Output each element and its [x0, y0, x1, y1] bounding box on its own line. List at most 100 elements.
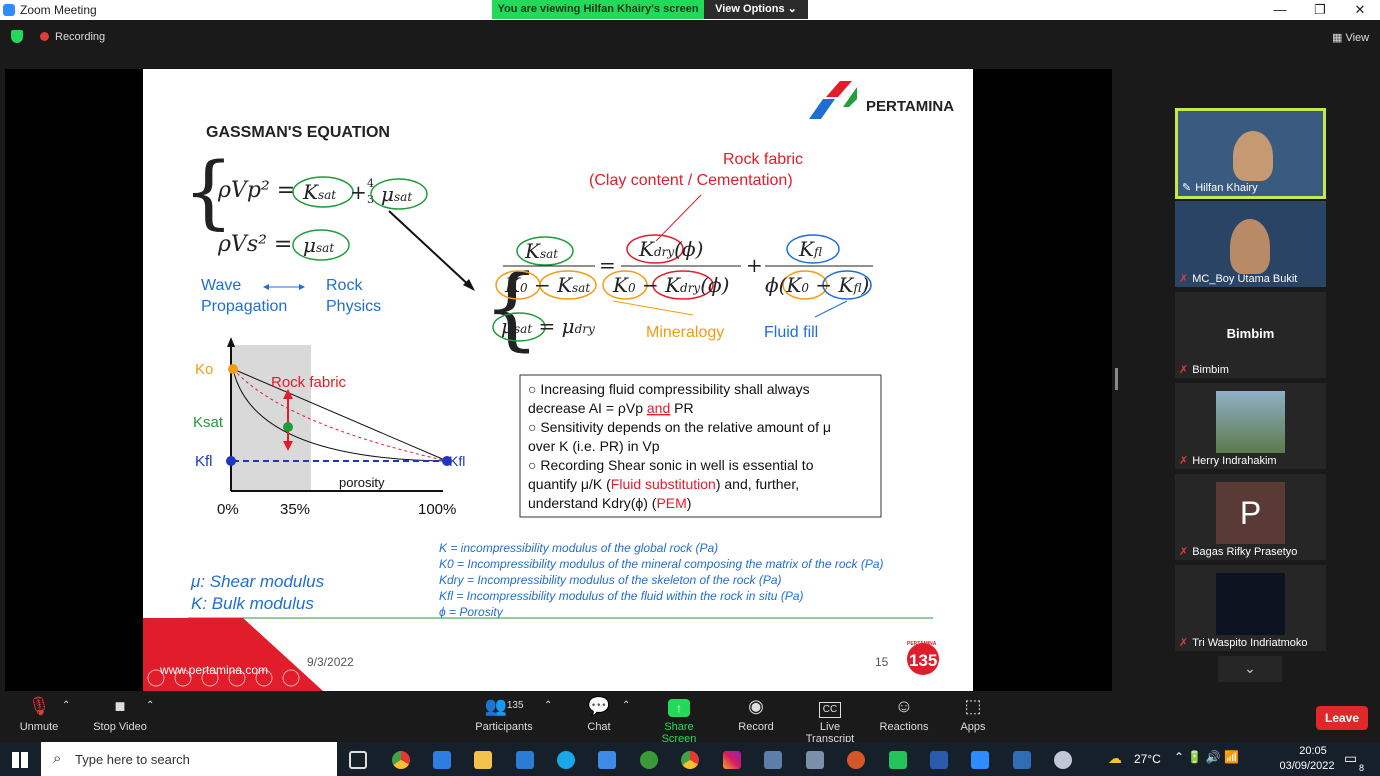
participant-tile-herry[interactable]: ✗ Herry Indrahakim: [1175, 383, 1326, 469]
physics-label: Physics: [326, 298, 381, 315]
chat-button[interactable]: 💬 Chat: [580, 695, 618, 733]
panel-resize-handle[interactable]: [1115, 368, 1118, 390]
muted-mic-icon: ✗: [1179, 364, 1189, 376]
powerpoint-icon[interactable]: [847, 751, 865, 769]
graph-ksat-label: Ksat: [193, 414, 224, 431]
mail-icon[interactable]: [516, 751, 534, 769]
live-transcript-button[interactable]: CC Live Transcript: [795, 695, 865, 745]
taskbar-search[interactable]: ⌕ Type here to search: [41, 742, 337, 776]
view-options-button[interactable]: View Options ⌄: [704, 0, 808, 19]
apps-button[interactable]: ⬚ Apps: [955, 695, 991, 733]
tick-0: 0%: [217, 501, 239, 518]
app-icon[interactable]: [1054, 751, 1072, 769]
participant-tile-tri[interactable]: ✗ Tri Waspito Indriatmoko: [1175, 565, 1326, 651]
svg-text:K0 − Kdry(ϕ): K0 − Kdry(ϕ): [612, 273, 729, 297]
meeting-topbar: Recording ▦ View: [0, 20, 1380, 52]
svg-text:○ Increasing fluid compressibi: ○ Increasing fluid compressibility shall…: [528, 381, 810, 397]
chrome-icon[interactable]: [392, 751, 410, 769]
minimize-button[interactable]: —: [1260, 0, 1300, 20]
wave-label: Wave: [201, 277, 241, 294]
word-icon[interactable]: [930, 751, 948, 769]
eq-rho-vp: ρVp² =: [217, 178, 295, 203]
participants-chevron-icon[interactable]: ⌃: [544, 700, 552, 711]
propagation-label: Propagation: [201, 298, 287, 315]
leave-button[interactable]: Leave: [1316, 706, 1368, 730]
recording-dot-icon: [40, 32, 49, 41]
edge-icon[interactable]: [557, 751, 575, 769]
video-options-chevron-icon[interactable]: ⌃: [146, 700, 154, 711]
badge-text: 135: [909, 651, 937, 670]
fluid-fill-label: Fluid fill: [764, 324, 818, 341]
svg-text:μsat: μsat: [303, 233, 334, 257]
snipping-tool-icon[interactable]: [764, 751, 782, 769]
audio-options-chevron-icon[interactable]: ⌃: [62, 700, 70, 711]
participants-button[interactable]: 👥135 Participants: [474, 695, 534, 733]
eq-rho-vs: ρVs² =: [217, 232, 292, 257]
unmute-button[interactable]: 🎙 Unmute: [14, 695, 64, 733]
share-screen-button[interactable]: ↑ Share Screen: [646, 695, 712, 745]
svg-text:ϕ(K0 − Kfl): ϕ(K0 − Kfl): [765, 273, 869, 297]
zoom-logo-icon: [3, 4, 15, 16]
mineralogy-label: Mineralogy: [646, 324, 724, 341]
file-explorer-icon[interactable]: [474, 751, 492, 769]
reactions-button[interactable]: ☺ Reactions: [878, 695, 930, 733]
app-icon[interactable]: [640, 751, 658, 769]
svg-text:ϕ = Porosity: ϕ = Porosity: [439, 605, 504, 619]
app-icon[interactable]: [1013, 751, 1031, 769]
weather-icon[interactable]: ☁: [1108, 750, 1122, 767]
pin-icon: ✎: [1182, 182, 1192, 194]
view-button[interactable]: ▦ View: [1332, 31, 1369, 44]
rock-label: Rock: [326, 277, 363, 294]
svg-text:○ Recording Shear sonic in wel: ○ Recording Shear sonic in well is essen…: [528, 457, 814, 473]
phone-app-icon[interactable]: [889, 751, 907, 769]
notification-icon[interactable]: ▭: [1344, 750, 1357, 767]
svg-text:K = incompressibility modulus: K = incompressibility modulus of the glo…: [439, 541, 718, 555]
rock-fabric-label: Rock fabric: [723, 151, 803, 168]
svg-text:Kdry(ϕ): Kdry(ϕ): [638, 237, 703, 261]
instagram-icon[interactable]: [723, 751, 741, 769]
tick-35: 35%: [280, 501, 310, 518]
svg-text:decrease AI = ρVp and PR: decrease AI = ρVp and PR: [528, 400, 694, 416]
mu-shear-label: μ: Shear modulus: [190, 572, 325, 591]
svg-text:Kdry = Incompressibility modul: Kdry = Incompressibility modulus of the …: [439, 573, 782, 587]
pertamina-logo: PERTAMINA: [809, 81, 954, 119]
task-view-icon[interactable]: [349, 751, 367, 769]
smiley-plus-icon: ☺: [894, 696, 914, 716]
search-icon: ⌕: [53, 750, 62, 767]
muted-mic-icon: ✗: [1179, 637, 1189, 649]
stop-video-button[interactable]: ■ Stop Video: [90, 695, 150, 733]
chrome-profile-icon[interactable]: [681, 751, 699, 769]
store-icon[interactable]: [433, 751, 451, 769]
tray-icons[interactable]: ⌃ 🔋 🔊 📶: [1174, 750, 1239, 764]
tick-100: 100%: [418, 501, 456, 518]
security-shield-icon[interactable]: [11, 30, 23, 43]
participant-tile-bimbim[interactable]: Bimbim ✗ Bimbim: [1175, 292, 1326, 378]
svg-text:Ksat: Ksat: [302, 180, 336, 204]
photos-icon[interactable]: [598, 751, 616, 769]
participant-tile-mcboy[interactable]: ✗ MC_Boy Utama Bukit: [1175, 201, 1326, 287]
taskbar-time[interactable]: 20:05: [1290, 745, 1336, 757]
zoom-taskbar-icon[interactable]: [971, 751, 989, 769]
taskbar-date[interactable]: 03/09/2022: [1276, 760, 1338, 772]
temperature[interactable]: 27°C: [1134, 752, 1161, 766]
slide-title: GASSMAN'S EQUATION: [206, 124, 390, 141]
chat-chevron-icon[interactable]: ⌃: [622, 700, 630, 711]
participant-tile-bagas[interactable]: P ✗ Bagas Rifky Prasetyo: [1175, 474, 1326, 560]
app-icon[interactable]: [806, 751, 824, 769]
close-button[interactable]: ✕: [1340, 0, 1380, 20]
scroll-down-chevron-icon[interactable]: ⌄: [1218, 656, 1282, 682]
video-camera-icon: ■: [114, 696, 126, 716]
maximize-button[interactable]: ❐: [1300, 0, 1340, 20]
svg-text:K0 = Incompressibility modulus: K0 = Incompressibility modulus of the mi…: [439, 557, 884, 571]
record-button[interactable]: ◉ Record: [736, 695, 776, 733]
muted-mic-icon: ✗: [1179, 455, 1189, 467]
windows-start-icon[interactable]: [12, 752, 28, 768]
recording-label[interactable]: Recording: [55, 31, 105, 43]
participant-tile-hilfan[interactable]: ✎ Hilfan Khairy: [1175, 108, 1326, 199]
graph-rock-fabric-label: Rock fabric: [271, 374, 347, 391]
k-bulk-label: K: Bulk modulus: [191, 594, 314, 613]
people-icon: 👥135: [484, 696, 524, 716]
svg-text:μsat: μsat: [381, 182, 412, 206]
clay-label: (Clay content / Cementation): [589, 172, 793, 189]
svg-text:○ Sensitivity depends on the r: ○ Sensitivity depends on the relative am…: [528, 419, 831, 435]
